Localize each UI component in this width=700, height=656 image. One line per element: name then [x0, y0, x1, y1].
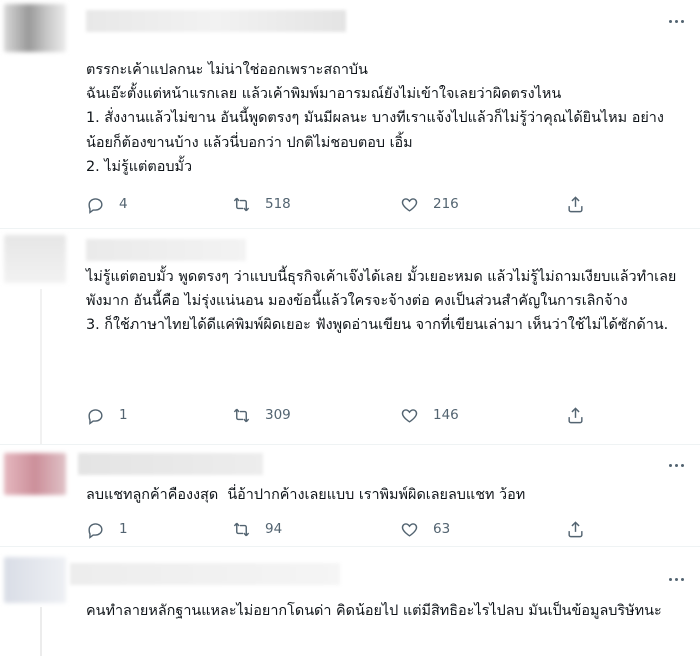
reply-icon: [88, 522, 103, 539]
like-button[interactable]: 216: [400, 192, 459, 216]
like-icon: [401, 522, 418, 537]
avatar[interactable]: [4, 557, 66, 603]
like-icon: [401, 408, 418, 423]
share-button[interactable]: [566, 192, 585, 216]
like-count: 63: [433, 521, 451, 537]
tweet-1[interactable]: ตรรกะเค้าแปลกนะ ไม่น่าใช่ออกเพราะสถาบัน …: [0, 0, 700, 225]
share-icon: [568, 406, 583, 423]
tweet-2[interactable]: ไม่รู้แต่ตอบมั้ว พูดตรงๆ ว่าแบบนี้ธุรกิจ…: [0, 229, 700, 444]
like-button[interactable]: 63: [400, 517, 450, 541]
retweet-button[interactable]: 309: [232, 403, 291, 427]
share-button[interactable]: [566, 403, 585, 427]
retweet-button[interactable]: 94: [232, 517, 282, 541]
reply-count: 1: [119, 521, 128, 537]
retweet-icon: [233, 522, 250, 536]
reply-count: 1: [119, 407, 128, 423]
username-redacted: [70, 563, 340, 585]
more-icon[interactable]: [662, 455, 690, 475]
tweet-text: ลบแชทลูกค้าคืองงสุด นี่อ้าปากค้างเลยแบบ …: [86, 487, 526, 503]
thread-line: [40, 607, 42, 656]
tweet-text: คนทำลายหลักฐานแหละไม่อยากโดนด่า คิดน้อยไ…: [86, 603, 662, 619]
retweet-button[interactable]: 518: [232, 192, 291, 216]
retweet-icon: [233, 408, 250, 422]
like-count: 146: [433, 407, 459, 423]
reply-count: 4: [119, 196, 128, 212]
reply-button[interactable]: 1: [86, 517, 128, 541]
tweet-text: ไม่รู้แต่ตอบมั้ว พูดตรงๆ ว่าแบบนี้ธุรกิจ…: [86, 269, 677, 334]
tweet-actions: 1 94 63: [86, 517, 596, 541]
retweet-count: 94: [265, 521, 283, 537]
tweet-text: ตรรกะเค้าแปลกนะ ไม่น่าใช่ออกเพราะสถาบัน …: [86, 62, 664, 175]
retweet-count: 518: [265, 196, 291, 212]
reply-button[interactable]: 1: [86, 403, 128, 427]
more-icon[interactable]: [662, 569, 690, 589]
more-icon[interactable]: [662, 11, 690, 31]
tweet-actions: 4 518 216: [86, 192, 596, 216]
share-icon: [568, 195, 583, 212]
tweet-actions: 1 309 146: [86, 403, 596, 427]
like-count: 216: [433, 196, 459, 212]
tweet-3[interactable]: ลบแชทลูกค้าคืองงสุด นี่อ้าปากค้างเลยแบบ …: [0, 445, 700, 545]
username-redacted: [86, 10, 346, 32]
share-icon: [568, 520, 583, 537]
avatar[interactable]: [4, 235, 66, 283]
reply-button[interactable]: 4: [86, 192, 128, 216]
tweet-4[interactable]: คนทำลายหลักฐานแหละไม่อยากโดนด่า คิดน้อยไ…: [0, 547, 700, 656]
username-redacted: [86, 239, 246, 261]
reply-icon: [88, 197, 103, 214]
like-icon: [401, 197, 418, 212]
retweet-icon: [233, 197, 250, 211]
avatar[interactable]: [4, 4, 66, 52]
reply-icon: [88, 408, 103, 425]
avatar[interactable]: [4, 453, 66, 495]
thread-line: [40, 289, 42, 444]
like-button[interactable]: 146: [400, 403, 459, 427]
retweet-count: 309: [265, 407, 291, 423]
username-redacted: [78, 453, 263, 475]
share-button[interactable]: [566, 517, 585, 541]
